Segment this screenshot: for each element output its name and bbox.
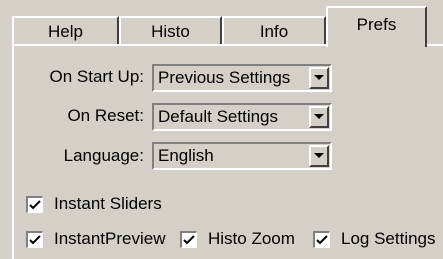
tab-info-label: Info [259,22,289,41]
reset-label: On Reset: [67,106,144,125]
checkmark-icon [316,235,328,245]
language-dropdown-button[interactable] [309,145,329,167]
chevron-down-icon [314,153,324,158]
reset-value: Default Settings [158,107,279,126]
instant-sliders-label[interactable]: Instant Sliders [54,194,162,214]
checkmark-icon [183,235,195,245]
chevron-down-icon [314,75,324,80]
instant-preview-checkbox[interactable] [26,231,43,248]
tab-prefs-label: Prefs [356,15,397,34]
tab-info[interactable]: Info [222,16,326,45]
start-up-select[interactable]: Previous Settings [152,64,332,92]
start-up-dropdown-button[interactable] [309,67,329,89]
log-settings-checkbox[interactable] [313,231,330,248]
tab-histo[interactable]: Histo [119,16,222,45]
tab-histo-label: Histo [151,22,190,41]
histo-zoom-label[interactable]: Histo Zoom [208,229,295,249]
log-settings-label[interactable]: Log Settings [341,229,436,249]
tab-help-label: Help [48,22,83,41]
prefs-panel: On Start Up: Previous Settings On Reset:… [12,44,443,259]
language-select[interactable]: English [152,142,332,170]
instant-preview-label[interactable]: InstantPreview [54,229,166,249]
instant-sliders-checkbox[interactable] [26,196,43,213]
language-value: English [158,146,214,165]
chevron-down-icon [314,114,324,119]
start-up-label: On Start Up: [49,67,144,86]
tab-strip: Help Histo Info Prefs [0,0,443,47]
tab-help[interactable]: Help [12,16,119,45]
reset-select[interactable]: Default Settings [152,103,332,131]
reset-dropdown-button[interactable] [309,106,329,128]
tab-prefs[interactable]: Prefs [326,6,427,47]
language-label: Language: [63,146,144,165]
checkmark-icon [29,235,41,245]
checkmark-icon [29,200,41,210]
histo-zoom-checkbox[interactable] [180,231,197,248]
start-up-value: Previous Settings [158,68,291,87]
